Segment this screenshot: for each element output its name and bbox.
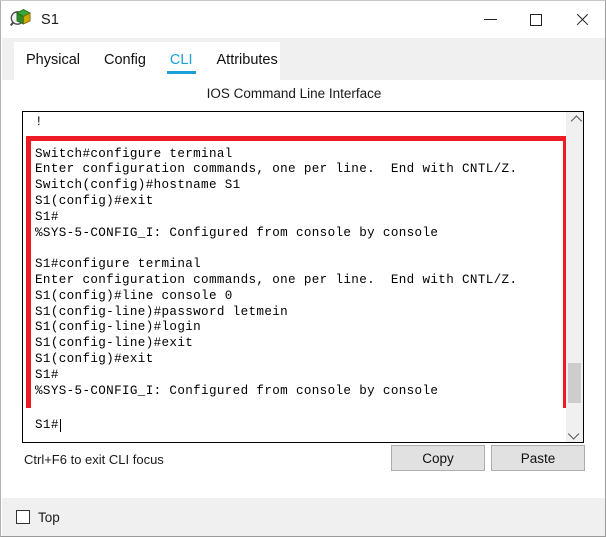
window-title: S1: [41, 11, 60, 28]
tab-attributes[interactable]: Attributes: [217, 52, 278, 74]
text-caret: [59, 418, 61, 432]
terminal-prompt: S1#: [35, 418, 59, 432]
chevron-down-icon: [567, 427, 579, 440]
tab-cli[interactable]: CLI: [166, 52, 196, 74]
top-checkbox[interactable]: [16, 510, 30, 524]
terminal-output: ! Switch#configure terminal Enter config…: [35, 115, 518, 398]
window-controls: [467, 1, 605, 38]
minimize-icon: [483, 19, 497, 20]
device-config-window: S1 Physical Config CLI Attributes IOS Co…: [0, 0, 606, 537]
maximize-button[interactable]: [513, 1, 559, 38]
cli-panel: IOS Command Line Interface ! Switch#conf…: [14, 80, 592, 498]
paste-button[interactable]: Paste: [491, 445, 585, 471]
chevron-up-icon: [570, 114, 582, 127]
copy-button[interactable]: Copy: [391, 445, 485, 471]
window-titlebar: S1: [1, 1, 605, 38]
tab-physical[interactable]: Physical: [26, 52, 80, 74]
close-icon: [575, 13, 589, 27]
bottom-bar: Top: [2, 498, 605, 536]
cli-focus-hint: Ctrl+F6 to exit CLI focus: [24, 452, 164, 467]
maximize-icon: [530, 13, 542, 26]
terminal-container: ! Switch#configure terminal Enter config…: [22, 111, 584, 443]
top-checkbox-label: Top: [38, 509, 60, 525]
close-button[interactable]: [559, 1, 605, 38]
switch-icon: [9, 8, 33, 32]
terminal-prompt-line[interactable]: S1#: [23, 408, 566, 442]
scrollbar-thumb[interactable]: [568, 363, 581, 403]
minimize-button[interactable]: [467, 1, 513, 38]
terminal-body[interactable]: ! Switch#configure terminal Enter config…: [23, 112, 566, 442]
scroll-down-button[interactable]: [566, 425, 583, 442]
tab-config[interactable]: Config: [104, 52, 146, 74]
scroll-up-button[interactable]: [566, 112, 583, 129]
tab-bar: Physical Config CLI Attributes: [14, 42, 280, 80]
terminal-scrollbar[interactable]: [566, 112, 583, 442]
panel-heading: IOS Command Line Interface: [206, 86, 382, 101]
